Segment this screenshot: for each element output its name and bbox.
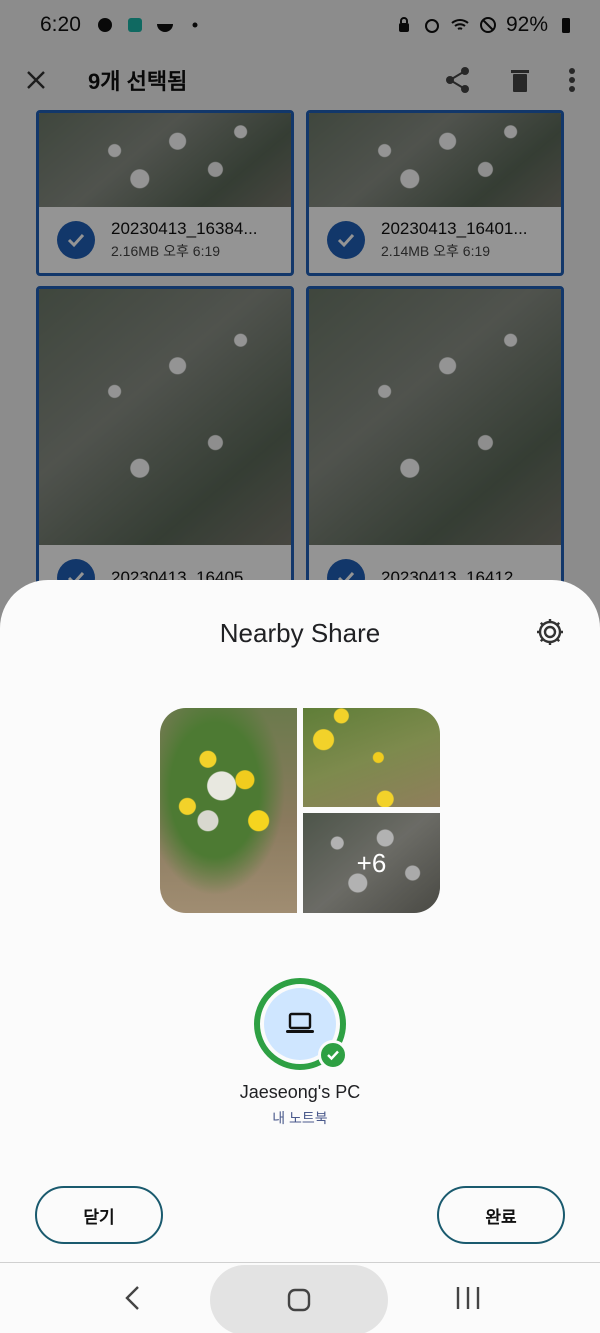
preview-photo	[160, 708, 297, 913]
more-count-overlay: +6	[303, 813, 440, 913]
nearby-share-sheet: Nearby Share +6 Jaeseong's PC 내 노트북 닫기 완…	[0, 580, 600, 1270]
device-name: Jaeseong's PC	[239, 1082, 361, 1102]
navigation-bar	[0, 1262, 600, 1333]
share-preview: +6	[160, 708, 440, 913]
sheet-title: Nearby Share	[219, 618, 381, 648]
sent-check-icon	[318, 1040, 348, 1070]
home-button[interactable]	[210, 1265, 388, 1333]
settings-gear-icon[interactable]	[534, 616, 566, 648]
more-count: +6	[356, 847, 387, 878]
done-button[interactable]: 완료	[437, 1186, 565, 1244]
close-button[interactable]: 닫기	[35, 1186, 163, 1244]
device-target[interactable]	[254, 978, 348, 1070]
home-icon	[287, 1288, 311, 1312]
preview-photo	[303, 708, 440, 807]
laptop-icon	[286, 1012, 314, 1033]
back-icon[interactable]	[118, 1283, 148, 1313]
device-type: 내 노트북	[272, 1110, 328, 1126]
recent-apps-icon[interactable]	[452, 1285, 484, 1311]
